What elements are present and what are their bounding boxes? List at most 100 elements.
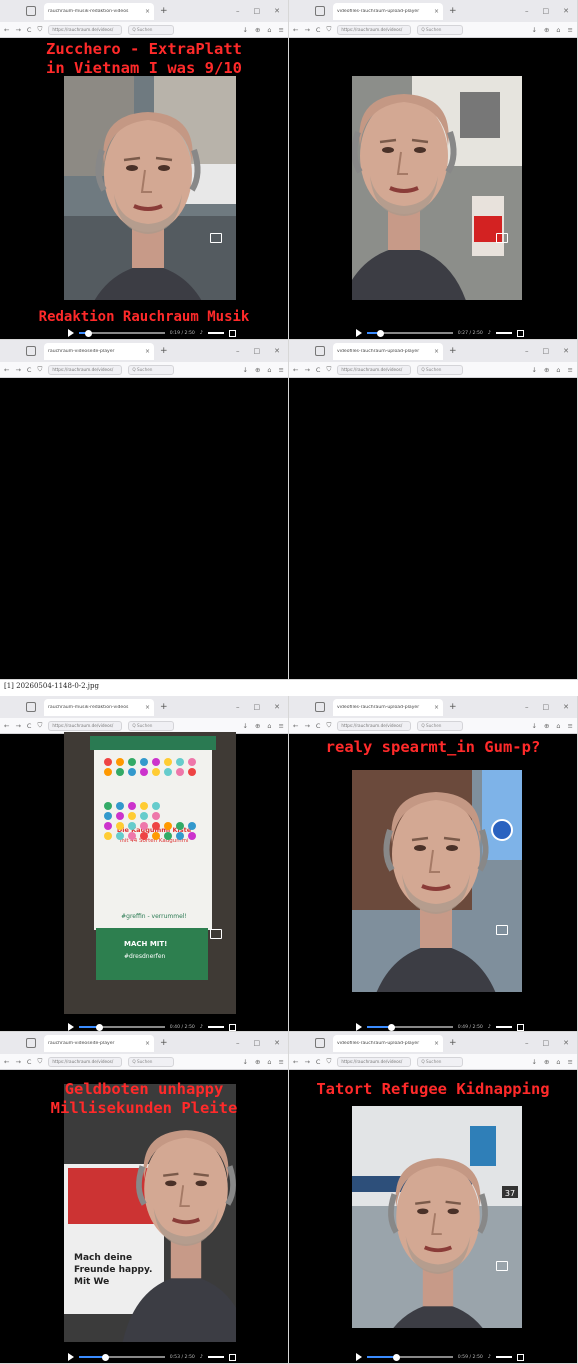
extensions-icon[interactable]: ⊕ [255, 366, 260, 374]
volume-icon[interactable]: ♪ [200, 330, 203, 336]
extensions-icon[interactable]: ⊕ [544, 26, 549, 34]
browser-tab[interactable]: videofiles-rauchraum-upload-player × [333, 342, 443, 360]
browser-tab[interactable]: videofiles-rauchraum-upload-player × [333, 698, 443, 716]
video-frame[interactable] [352, 770, 522, 992]
volume-slider[interactable] [496, 332, 512, 334]
tab-overview-icon[interactable] [315, 1038, 325, 1048]
url-bar[interactable]: https://rauchraum.de/videos/ [337, 24, 412, 35]
tab-overview-icon[interactable] [26, 1038, 36, 1048]
seek-bar[interactable] [79, 1353, 165, 1361]
minimize-icon[interactable]: – [525, 347, 529, 355]
download-icon[interactable]: ↓ [243, 722, 248, 730]
seek-bar[interactable] [79, 329, 165, 337]
forward-arrow-icon[interactable]: → [304, 722, 309, 730]
reload-icon[interactable]: C [316, 366, 321, 374]
picture-in-picture-icon[interactable] [496, 1261, 508, 1271]
picture-in-picture-icon[interactable] [210, 929, 222, 939]
download-icon[interactable]: ↓ [532, 722, 537, 730]
back-arrow-icon[interactable]: ← [293, 1058, 298, 1066]
search-input[interactable]: Q Suchen [417, 720, 464, 731]
back-arrow-icon[interactable]: ← [4, 366, 9, 374]
back-arrow-icon[interactable]: ← [4, 1058, 9, 1066]
tab-overview-icon[interactable] [315, 702, 325, 712]
forward-arrow-icon[interactable]: → [304, 1058, 309, 1066]
maximize-icon[interactable]: □ [543, 1039, 550, 1047]
shield-icon[interactable]: ⛉ [326, 25, 331, 34]
maximize-icon[interactable]: □ [254, 1039, 261, 1047]
menu-icon[interactable]: ≡ [568, 1058, 573, 1066]
seek-handle[interactable] [388, 1023, 396, 1031]
seek-handle[interactable] [393, 1353, 401, 1361]
maximize-icon[interactable]: □ [543, 347, 550, 355]
back-arrow-icon[interactable]: ← [4, 722, 9, 730]
back-arrow-icon[interactable]: ← [293, 366, 298, 374]
home-icon[interactable]: ⌂ [267, 26, 271, 34]
volume-slider[interactable] [496, 1026, 512, 1028]
play-icon[interactable] [356, 1353, 362, 1361]
shield-icon[interactable]: ⛉ [37, 25, 42, 34]
menu-icon[interactable]: ≡ [279, 722, 284, 730]
forward-arrow-icon[interactable]: → [304, 26, 309, 34]
tab-overview-icon[interactable] [26, 6, 36, 16]
tab-overview-icon[interactable] [315, 346, 325, 356]
back-arrow-icon[interactable]: ← [293, 26, 298, 34]
maximize-icon[interactable]: □ [254, 703, 261, 711]
extensions-icon[interactable]: ⊕ [255, 26, 260, 34]
close-window-icon[interactable]: ✕ [274, 703, 280, 711]
seek-bar[interactable] [79, 1023, 165, 1031]
new-tab-icon[interactable]: + [449, 1038, 457, 1048]
minimize-icon[interactable]: – [525, 7, 529, 15]
new-tab-icon[interactable]: + [160, 346, 168, 356]
forward-arrow-icon[interactable]: → [15, 722, 20, 730]
video-frame[interactable] [352, 76, 522, 300]
close-window-icon[interactable]: ✕ [563, 703, 569, 711]
menu-icon[interactable]: ≡ [279, 1058, 284, 1066]
close-window-icon[interactable]: ✕ [563, 1039, 569, 1047]
fullscreen-icon[interactable] [229, 1023, 236, 1031]
download-icon[interactable]: ↓ [532, 366, 537, 374]
minimize-icon[interactable]: – [236, 347, 240, 355]
reload-icon[interactable]: C [27, 366, 32, 374]
back-arrow-icon[interactable]: ← [4, 26, 9, 34]
browser-tab[interactable]: videofiles-rauchraum-upload-player × [333, 1034, 443, 1052]
shield-icon[interactable]: ⛉ [326, 365, 331, 374]
close-window-icon[interactable]: ✕ [274, 1039, 280, 1047]
fullscreen-icon[interactable] [517, 1023, 524, 1031]
browser-tab[interactable]: rauchraum-videoseite-player × [44, 342, 154, 360]
close-icon[interactable]: × [434, 8, 439, 15]
search-input[interactable]: Q Suchen [128, 364, 175, 375]
picture-in-picture-icon[interactable] [496, 925, 508, 935]
minimize-icon[interactable]: – [236, 1039, 240, 1047]
forward-arrow-icon[interactable]: → [15, 1058, 20, 1066]
close-icon[interactable]: × [145, 704, 150, 711]
video-frame[interactable]: Die Kaugummi Kiste mit 44 Sorten Kaugumm… [64, 732, 236, 1014]
volume-slider[interactable] [208, 1356, 224, 1358]
volume-slider[interactable] [208, 1026, 224, 1028]
forward-arrow-icon[interactable]: → [15, 26, 20, 34]
tab-overview-icon[interactable] [26, 702, 36, 712]
minimize-icon[interactable]: – [236, 703, 240, 711]
close-icon[interactable]: × [145, 1040, 150, 1047]
url-bar[interactable]: https://rauchraum.de/videos/ [337, 720, 412, 731]
home-icon[interactable]: ⌂ [556, 1058, 560, 1066]
home-icon[interactable]: ⌂ [267, 722, 271, 730]
video-frame[interactable] [64, 76, 236, 300]
search-input[interactable]: Q Suchen [417, 24, 464, 35]
fullscreen-icon[interactable] [517, 329, 524, 337]
reload-icon[interactable]: C [316, 26, 321, 34]
shield-icon[interactable]: ⛉ [37, 721, 42, 730]
maximize-icon[interactable]: □ [543, 703, 550, 711]
download-icon[interactable]: ↓ [532, 26, 537, 34]
maximize-icon[interactable]: □ [254, 7, 261, 15]
video-frame[interactable]: 37 [352, 1106, 522, 1328]
close-window-icon[interactable]: ✕ [274, 347, 280, 355]
url-bar[interactable]: https://rauchraum.de/videos/ [337, 1056, 412, 1067]
extensions-icon[interactable]: ⊕ [255, 1058, 260, 1066]
close-icon[interactable]: × [145, 348, 150, 355]
close-icon[interactable]: × [434, 704, 439, 711]
picture-in-picture-icon[interactable] [210, 233, 222, 243]
menu-icon[interactable]: ≡ [279, 366, 284, 374]
search-input[interactable]: Q Suchen [417, 1056, 464, 1067]
new-tab-icon[interactable]: + [160, 6, 168, 16]
play-icon[interactable] [356, 1023, 362, 1031]
